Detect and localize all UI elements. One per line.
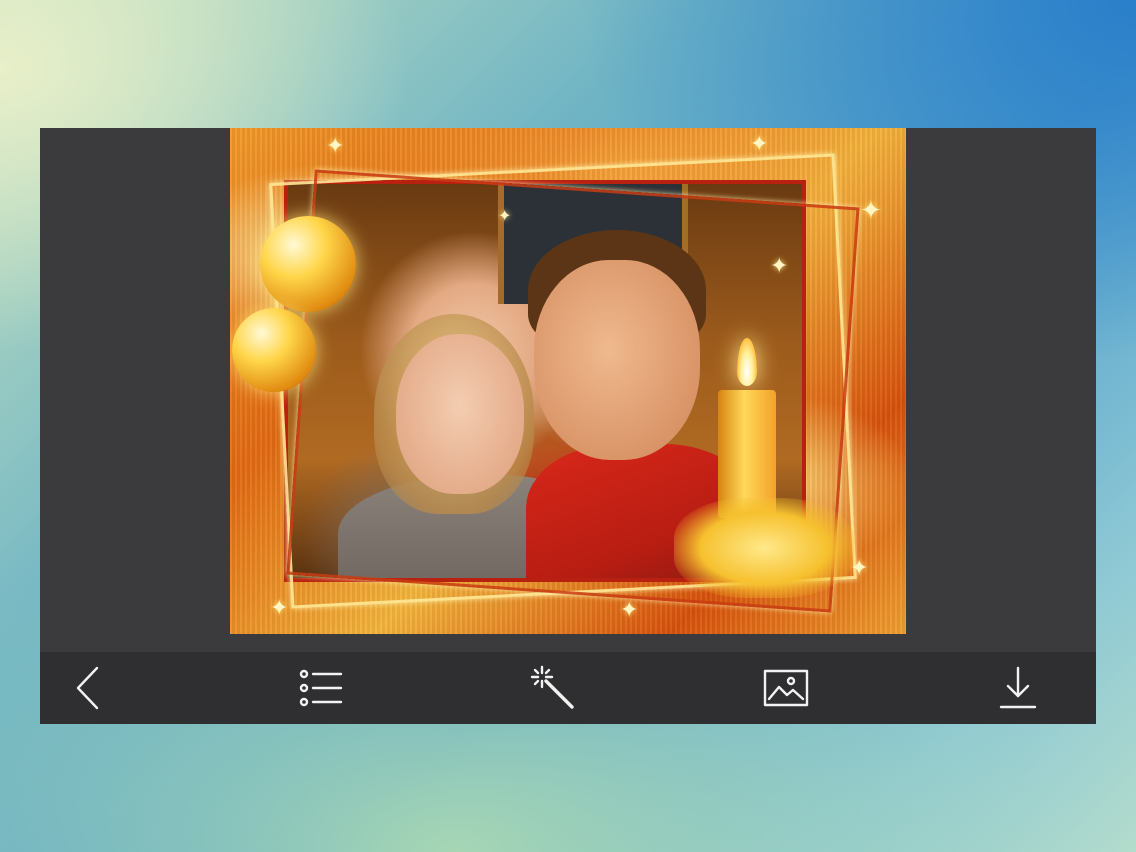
sparkle-icon: ✦	[770, 254, 789, 279]
gallery-button[interactable]	[760, 662, 812, 714]
frames-list-button[interactable]	[295, 662, 347, 714]
ornament-ball-icon	[260, 216, 356, 312]
canvas-area: ✦ ✦ ✦ ✦ ✦ ✦ ✦ ✦	[40, 128, 1096, 652]
image-icon	[763, 669, 808, 707]
sparkle-icon: ✦	[270, 596, 289, 621]
photo-editor-window: ✦ ✦ ✦ ✦ ✦ ✦ ✦ ✦	[40, 128, 1096, 724]
sparkle-icon: ✦	[326, 134, 345, 159]
download-button[interactable]	[992, 662, 1044, 714]
download-icon	[999, 666, 1037, 709]
effects-button[interactable]	[527, 662, 579, 714]
sparkle-icon: ✦	[620, 598, 639, 623]
sparkle-icon: ✦	[498, 206, 512, 225]
ornament-ball-icon	[232, 308, 316, 392]
list-icon	[299, 669, 342, 707]
back-button[interactable]	[62, 662, 114, 714]
chevron-left-icon	[76, 666, 99, 710]
sparkle-icon: ✦	[750, 132, 769, 157]
bottom-toolbar	[40, 652, 1096, 724]
sparkle-icon: ✦	[860, 196, 882, 226]
holly-berries-icon	[674, 498, 854, 598]
sparkle-icon: ✦	[850, 556, 869, 581]
magic-wand-icon	[530, 665, 574, 709]
framed-photo[interactable]: ✦ ✦ ✦ ✦ ✦ ✦ ✦ ✦	[230, 128, 906, 634]
